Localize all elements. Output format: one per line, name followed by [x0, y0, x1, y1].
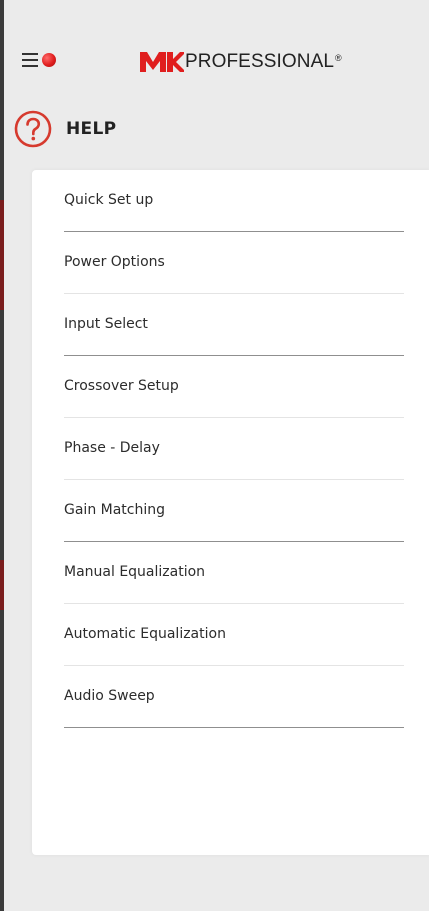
help-item-label: Manual Equalization — [64, 564, 206, 580]
help-item-audio-sweep[interactable]: Audio Sweep — [64, 666, 404, 728]
help-item-label: Input Select — [64, 316, 148, 332]
help-header: HELP — [14, 110, 116, 148]
help-topics-panel: Quick Set up Power Options Input Select … — [32, 170, 429, 855]
brand-name: PROFESSIONAL — [185, 51, 335, 72]
help-item-label: Crossover Setup — [64, 378, 179, 394]
help-item-label: Gain Matching — [64, 502, 166, 518]
left-edge-strip — [0, 0, 4, 911]
help-item-gain-matching[interactable]: Gain Matching — [64, 480, 404, 542]
registered-mark: ® — [335, 53, 342, 63]
help-item-label: Audio Sweep — [64, 688, 155, 704]
help-item-label: Power Options — [64, 254, 165, 270]
divider — [64, 727, 404, 728]
help-item-phase-delay[interactable]: Phase - Delay — [64, 418, 404, 480]
help-item-label: Phase - Delay — [64, 440, 160, 456]
page-title: HELP — [66, 119, 117, 139]
question-circle-icon — [14, 110, 52, 148]
help-item-automatic-equalization[interactable]: Automatic Equalization — [64, 604, 404, 666]
help-item-manual-equalization[interactable]: Manual Equalization — [64, 542, 404, 604]
notification-dot-icon — [42, 53, 56, 67]
help-item-power-options[interactable]: Power Options — [64, 232, 404, 294]
left-edge-tint — [0, 200, 4, 310]
brand-logo: PROFESSIONAL ® — [140, 50, 342, 74]
mk-logo-icon — [140, 52, 184, 72]
help-item-quick-set-up[interactable]: Quick Set up — [64, 170, 404, 232]
menu-button[interactable] — [18, 50, 62, 74]
left-edge-tint — [0, 560, 4, 610]
help-item-input-select[interactable]: Input Select — [64, 294, 404, 356]
hamburger-icon[interactable] — [22, 53, 38, 67]
help-item-label: Quick Set up — [64, 192, 154, 208]
help-topics-list: Quick Set up Power Options Input Select … — [64, 170, 404, 728]
help-item-crossover-setup[interactable]: Crossover Setup — [64, 356, 404, 418]
top-header: PROFESSIONAL ® — [4, 0, 429, 100]
help-item-label: Automatic Equalization — [64, 626, 226, 642]
